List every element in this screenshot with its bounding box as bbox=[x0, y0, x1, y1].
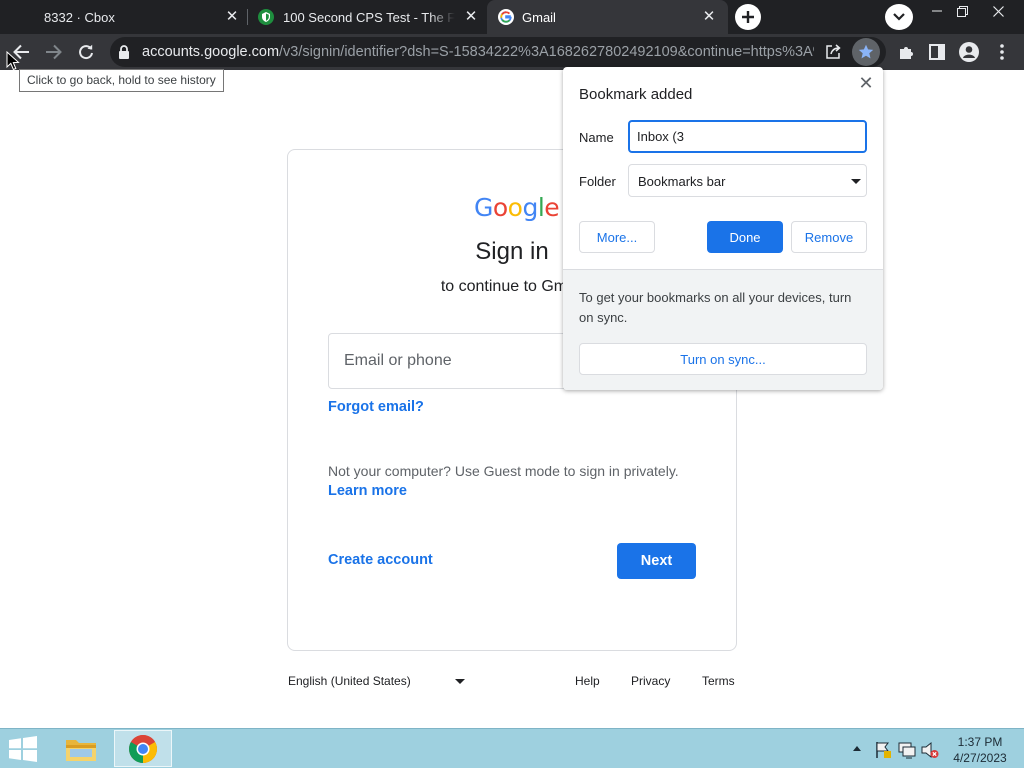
show-hidden-icons-icon[interactable] bbox=[852, 745, 862, 752]
language-select[interactable]: English (United States) bbox=[288, 674, 411, 688]
reload-icon bbox=[79, 44, 93, 60]
logo-letter: g bbox=[522, 193, 538, 222]
next-button[interactable]: Next bbox=[617, 543, 696, 579]
folder-select-value: Bookmarks bar bbox=[638, 174, 726, 189]
terms-link[interactable]: Terms bbox=[702, 674, 735, 688]
minimize-icon bbox=[932, 10, 942, 12]
help-link[interactable]: Help bbox=[575, 674, 600, 688]
tab-title: 100 Second CPS Test - The Finest bbox=[283, 9, 455, 25]
folder-label: Folder bbox=[579, 174, 616, 189]
tab-close-icon[interactable]: ✕ bbox=[224, 9, 240, 25]
create-account-link[interactable]: Create account bbox=[328, 552, 433, 568]
dialog-title: Bookmark added bbox=[579, 86, 693, 103]
extensions-button[interactable] bbox=[892, 38, 920, 66]
tab-close-icon[interactable]: ✕ bbox=[463, 9, 479, 25]
kebab-menu-icon bbox=[1000, 44, 1004, 60]
guest-mode-text: Not your computer? Use Guest mode to sig… bbox=[328, 463, 679, 479]
google-logo: Google bbox=[474, 193, 560, 222]
clock-time: 1:37 PM bbox=[957, 735, 1003, 749]
url-host: accounts.google.com bbox=[142, 44, 280, 60]
plus-icon bbox=[742, 11, 754, 23]
forgot-email-link[interactable]: Forgot email? bbox=[328, 399, 424, 415]
taskbar-clock[interactable]: 1:37 PM 4/27/2023 bbox=[948, 734, 1012, 766]
tab-title: 8332 · Cbox bbox=[44, 9, 115, 25]
close-icon bbox=[992, 5, 1004, 17]
logo-letter: G bbox=[474, 193, 493, 222]
close-icon[interactable]: ✕ bbox=[858, 74, 874, 92]
account-icon bbox=[959, 42, 979, 62]
tab-cbox[interactable]: 8332 · Cbox ✕ bbox=[0, 0, 247, 34]
forward-button[interactable] bbox=[40, 38, 68, 66]
folder-icon bbox=[66, 739, 96, 761]
chevron-down-icon bbox=[893, 13, 905, 21]
reload-button[interactable] bbox=[72, 38, 100, 66]
privacy-link[interactable]: Privacy bbox=[631, 674, 670, 688]
restore-icon bbox=[956, 5, 968, 17]
windows-start-icon[interactable] bbox=[8, 736, 38, 762]
done-button[interactable]: Done bbox=[707, 221, 783, 253]
arrow-right-icon bbox=[46, 44, 62, 60]
side-panel-button[interactable] bbox=[923, 38, 951, 66]
google-g-icon bbox=[498, 9, 514, 25]
tab-close-icon[interactable]: ✕ bbox=[701, 9, 717, 25]
tab-strip: 8332 · Cbox ✕ 100 Second CPS Test - The … bbox=[0, 0, 1024, 34]
network-icon[interactable] bbox=[898, 741, 916, 759]
puzzle-icon bbox=[899, 46, 913, 59]
learn-more-link[interactable]: Learn more bbox=[328, 483, 407, 499]
caret-down-icon[interactable] bbox=[455, 679, 465, 684]
clock-date: 4/27/2023 bbox=[953, 751, 1007, 765]
logo-letter: o bbox=[507, 193, 523, 222]
turn-on-sync-button[interactable]: Turn on sync... bbox=[579, 343, 867, 375]
logo-letter: o bbox=[492, 193, 508, 222]
lock-icon[interactable] bbox=[118, 45, 130, 59]
mouse-cursor-icon bbox=[6, 51, 20, 71]
bookmark-added-dialog: Bookmark added ✕ Name Folder Bookmarks b… bbox=[563, 67, 883, 390]
url-path: /v3/signin/identifier?dsh=S-15834222%3A1… bbox=[279, 44, 814, 60]
taskbar: 1:37 PM 4/27/2023 bbox=[0, 728, 1024, 768]
bookmark-name-input[interactable] bbox=[628, 120, 867, 153]
more-button[interactable]: More... bbox=[579, 221, 655, 253]
logo-letter: e bbox=[544, 193, 560, 222]
sync-promo-text: To get your bookmarks on all your device… bbox=[579, 290, 852, 325]
tab-search-button[interactable] bbox=[885, 4, 913, 30]
tab-title: Gmail bbox=[522, 9, 556, 25]
remove-button[interactable]: Remove bbox=[791, 221, 867, 253]
address-bar[interactable]: accounts.google.com/v3/signin/identifier… bbox=[110, 37, 886, 67]
caret-down-icon bbox=[851, 179, 861, 184]
profile-button[interactable] bbox=[955, 38, 983, 66]
action-center-flag-icon[interactable] bbox=[874, 741, 892, 759]
bookmark-star-button[interactable] bbox=[852, 38, 880, 66]
tab-cps-test[interactable]: 100 Second CPS Test - The Finest ✕ bbox=[247, 0, 487, 34]
restore-button[interactable] bbox=[949, 0, 975, 22]
taskbar-chrome[interactable] bbox=[114, 730, 172, 767]
minimize-button[interactable] bbox=[924, 0, 950, 22]
tab-gmail[interactable]: Gmail ✕ bbox=[487, 0, 728, 34]
cps-shield-icon bbox=[258, 9, 274, 25]
speaker-muted-icon[interactable] bbox=[921, 741, 939, 759]
name-label: Name bbox=[579, 130, 614, 145]
url-text: accounts.google.com/v3/signin/identifier… bbox=[142, 44, 814, 60]
browser-toolbar: accounts.google.com/v3/signin/identifier… bbox=[0, 34, 1024, 70]
close-window-button[interactable] bbox=[985, 0, 1011, 22]
menu-button[interactable] bbox=[988, 38, 1016, 66]
taskbar-file-explorer[interactable] bbox=[52, 730, 110, 767]
back-button-tooltip: Click to go back, hold to see history bbox=[19, 69, 224, 92]
chrome-icon bbox=[129, 734, 157, 763]
folder-select[interactable]: Bookmarks bar bbox=[628, 164, 867, 197]
sync-promo: To get your bookmarks on all your device… bbox=[563, 269, 883, 390]
share-icon[interactable] bbox=[824, 43, 842, 61]
star-filled-icon bbox=[858, 44, 874, 59]
side-panel-icon bbox=[929, 44, 945, 60]
new-tab-button[interactable] bbox=[735, 4, 761, 30]
